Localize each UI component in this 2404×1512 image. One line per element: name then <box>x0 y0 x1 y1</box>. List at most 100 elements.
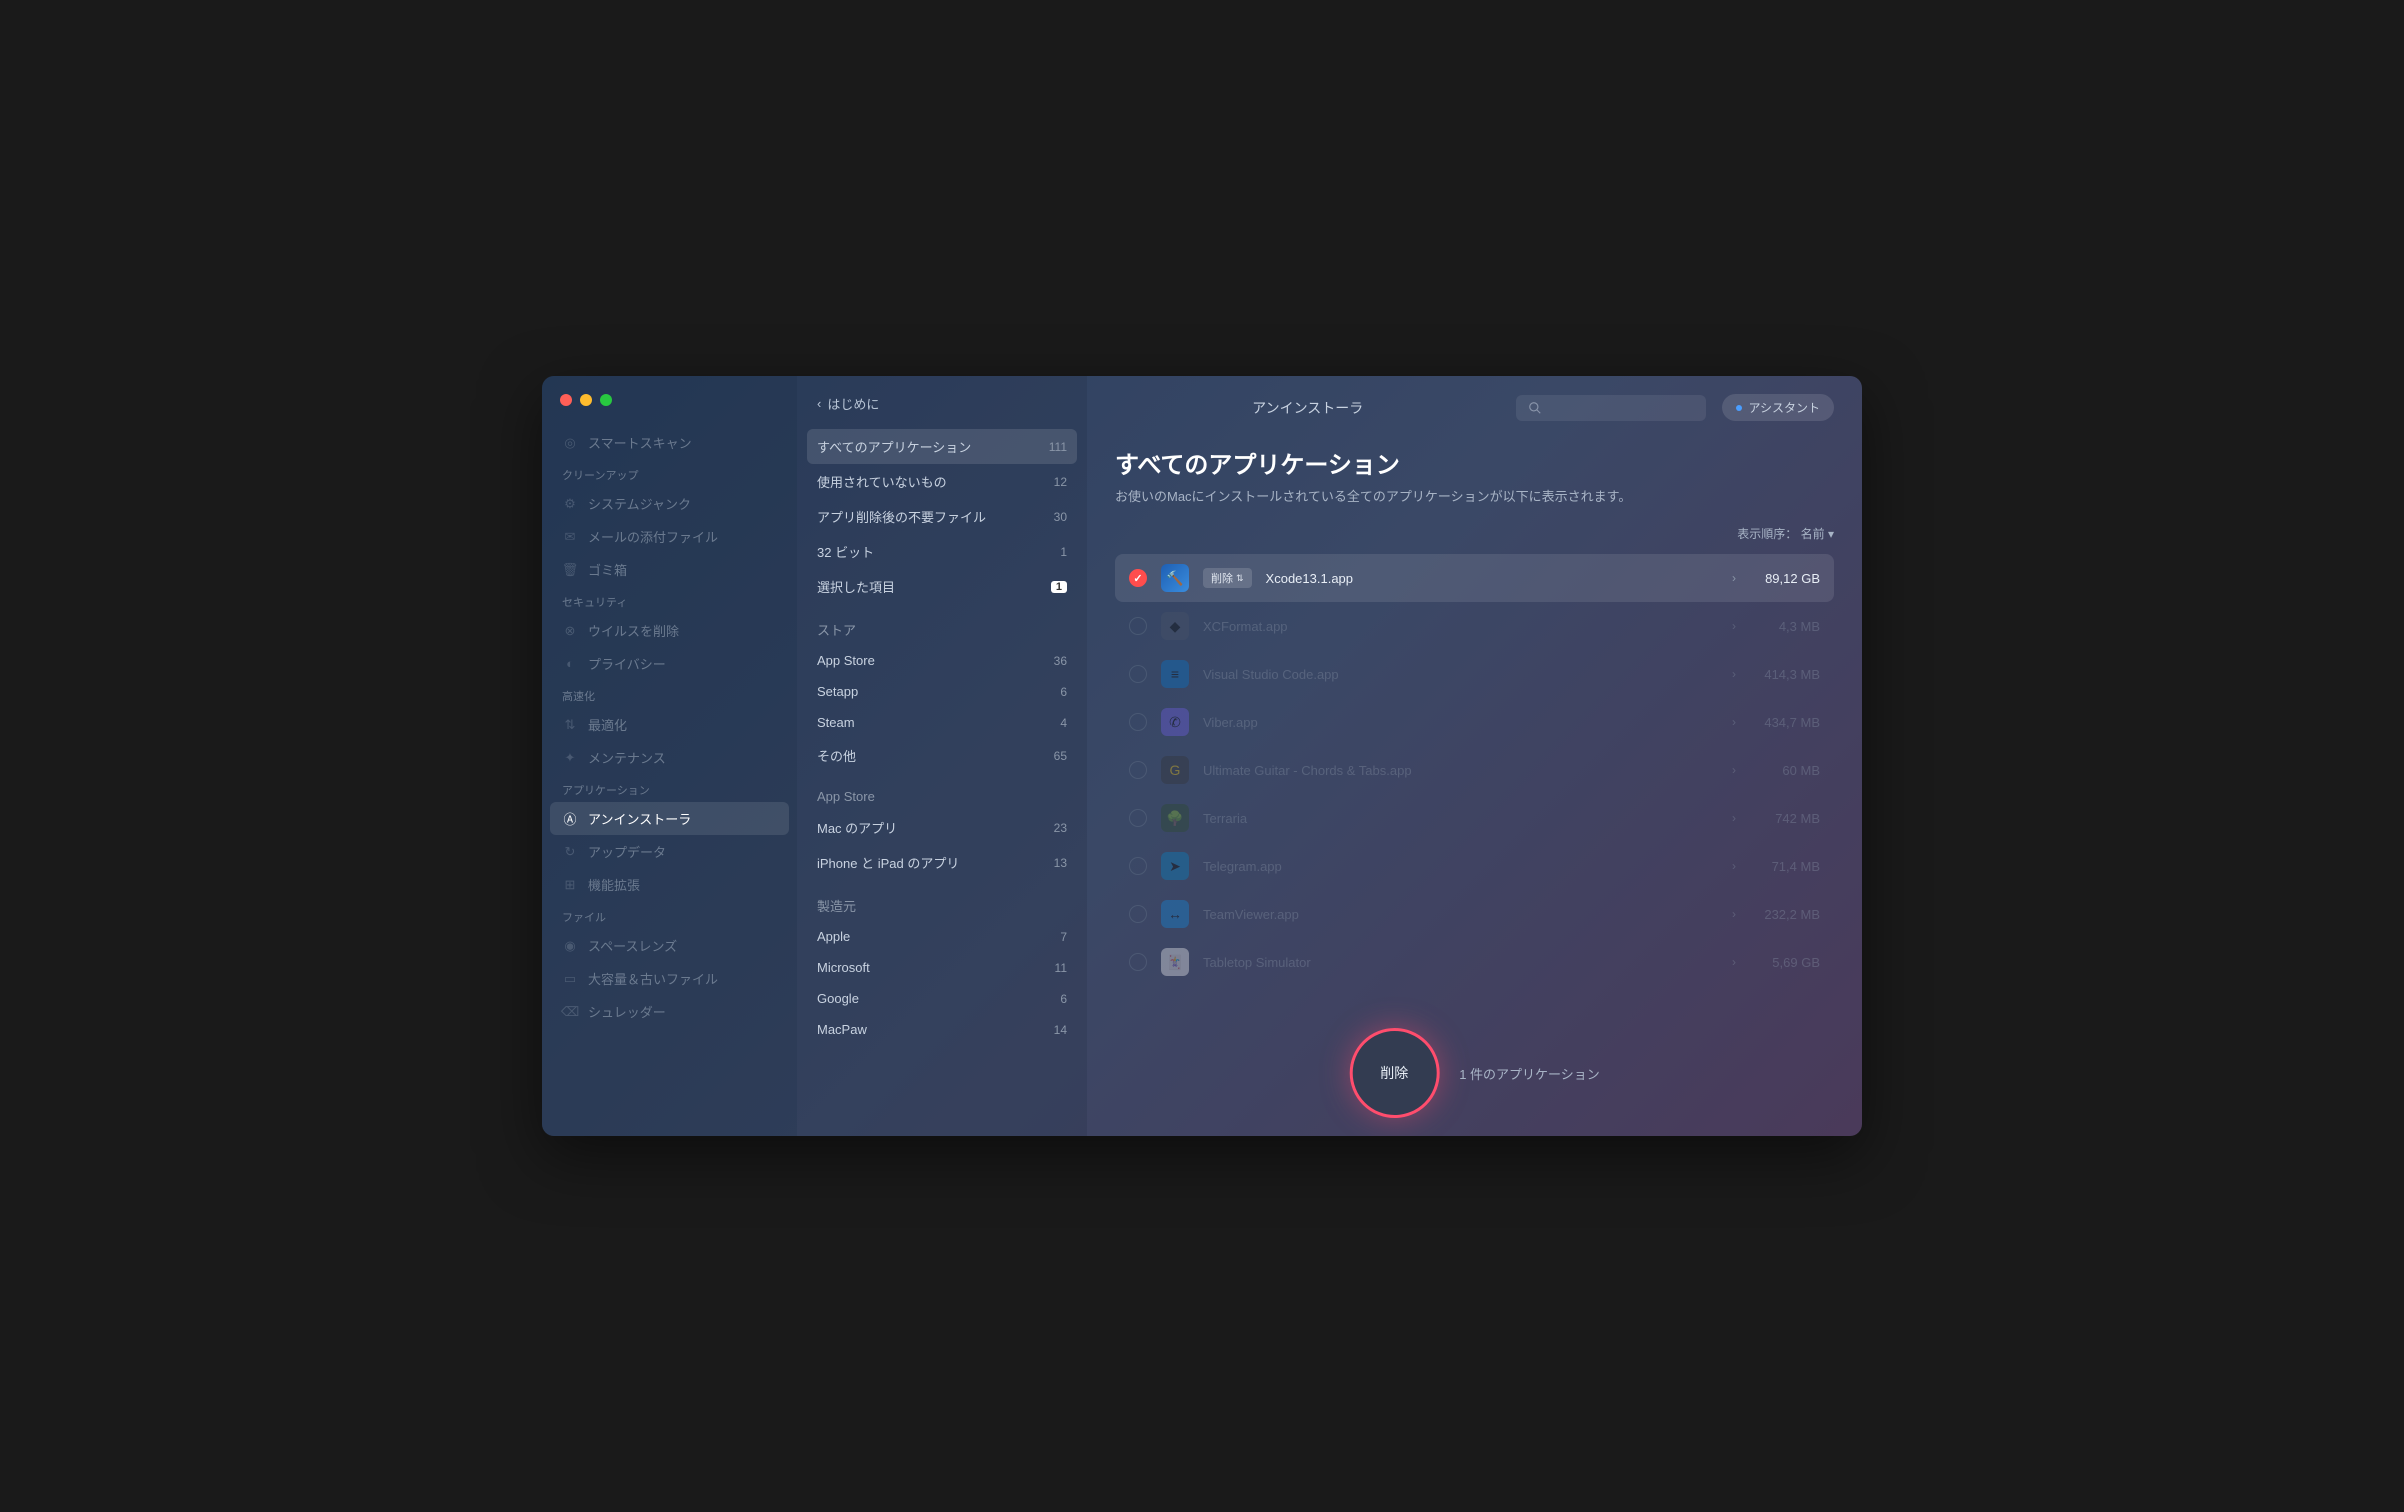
filter-item[interactable]: Microsoft11 <box>797 952 1087 983</box>
sidebar-item-label: アップデータ <box>588 842 666 861</box>
sidebar-item[interactable]: ◎スマートスキャン <box>542 426 797 459</box>
main-panel: アンインストーラ アシスタント すべてのアプリケーション お使いのMacにインス… <box>1087 376 1862 1136</box>
filter-item-label: Steam <box>817 715 855 730</box>
app-row[interactable]: 🌳Terraria›742 MB <box>1115 794 1834 842</box>
app-size: 232,2 MB <box>1750 907 1820 922</box>
filter-item[interactable]: Mac のアプリ23 <box>797 810 1087 845</box>
search-input[interactable] <box>1516 395 1706 421</box>
sidebar-item[interactable]: ⊗ ウイルスを削除 <box>542 614 797 647</box>
app-checkbox[interactable] <box>1129 857 1147 875</box>
filter-item-count: 7 <box>1060 930 1067 944</box>
sidebar-item-label: ウイルスを削除 <box>588 621 679 640</box>
filter-item[interactable]: Setapp6 <box>797 676 1087 707</box>
filter-item-count: 13 <box>1054 856 1067 870</box>
app-row[interactable]: ➤Telegram.app›71,4 MB <box>1115 842 1834 890</box>
app-row[interactable]: ◆XCFormat.app›4,3 MB <box>1115 602 1834 650</box>
app-name: Ultimate Guitar - Chords & Tabs.app <box>1203 763 1718 778</box>
sidebar-item[interactable]: 🗑ゴミ箱 <box>542 553 797 586</box>
filter-item[interactable]: Google6 <box>797 983 1087 1014</box>
sidebar-item[interactable]: ⌫シュレッダー <box>542 995 797 1028</box>
filter-item-label: Microsoft <box>817 960 870 975</box>
app-icon: 🔨 <box>1161 564 1189 592</box>
sidebar-item-icon: ◎ <box>562 435 578 451</box>
filter-item-count: 111 <box>1049 440 1067 454</box>
filter-group-header: 製造元 <box>797 880 1087 921</box>
app-row[interactable]: ↔TeamViewer.app›232,2 MB <box>1115 890 1834 938</box>
filter-item[interactable]: Apple7 <box>797 921 1087 952</box>
sidebar-item[interactable]: ↻アップデータ <box>542 835 797 868</box>
app-name: Terraria <box>1203 811 1718 826</box>
sidebar-item[interactable]: Ⓐアンインストーラ <box>550 802 789 835</box>
app-row[interactable]: 🔨削除⇅Xcode13.1.app›89,12 GB <box>1115 554 1834 602</box>
chevron-right-icon: › <box>1732 715 1736 729</box>
filter-item-label: iPhone と iPad のアプリ <box>817 853 959 872</box>
filter-item[interactable]: その他65 <box>797 738 1087 773</box>
filter-item-label: アプリ削除後の不要ファイル <box>817 507 986 526</box>
app-checkbox[interactable] <box>1129 809 1147 827</box>
sidebar-item-label: プライバシー <box>588 654 666 673</box>
sidebar-item-icon: ◉ <box>562 938 578 954</box>
sidebar-item[interactable]: ⊞機能拡張 <box>542 868 797 901</box>
filter-item-label: その他 <box>817 746 856 765</box>
chevron-right-icon: › <box>1732 859 1736 873</box>
filter-item[interactable]: 使用されていないもの 12 <box>797 464 1087 499</box>
page-subtitle: お使いのMacにインストールされている全てのアプリケーションが以下に表示されます… <box>1115 486 1834 505</box>
filter-item[interactable]: 選択した項目1 <box>797 569 1087 604</box>
assistant-button[interactable]: アシスタント <box>1722 394 1834 421</box>
sidebar-item[interactable]: ✦メンテナンス <box>542 741 797 774</box>
app-checkbox[interactable] <box>1129 761 1147 779</box>
sidebar-item-label: シュレッダー <box>588 1002 666 1021</box>
back-button[interactable]: ‹ はじめに <box>797 394 1087 429</box>
sidebar-item[interactable]: ⇅最適化 <box>542 708 797 741</box>
filter-item-label: Google <box>817 991 859 1006</box>
sidebar-item[interactable]: ⚙システムジャンク <box>542 487 797 520</box>
sidebar-item-icon: ⊗ <box>562 623 578 639</box>
filter-item[interactable]: Steam 4 <box>797 707 1087 738</box>
sidebar-item-label: 機能拡張 <box>588 875 640 894</box>
app-checkbox[interactable] <box>1129 905 1147 923</box>
app-row[interactable]: ✆Viber.app›434,7 MB <box>1115 698 1834 746</box>
filter-item-count: 4 <box>1060 716 1067 730</box>
filter-item[interactable]: MacPaw14 <box>797 1014 1087 1045</box>
maximize-window[interactable] <box>600 394 612 406</box>
filter-item[interactable]: アプリ削除後の不要ファイル 30 <box>797 499 1087 534</box>
app-icon: ◆ <box>1161 612 1189 640</box>
app-row[interactable]: GUltimate Guitar - Chords & Tabs.app›60 … <box>1115 746 1834 794</box>
filter-item[interactable]: App Store36 <box>797 645 1087 676</box>
sidebar-section: アプリケーション <box>542 774 797 802</box>
action-bar: 削除 1 件のアプリケーション <box>1349 1028 1600 1118</box>
chevron-right-icon: › <box>1732 811 1736 825</box>
app-name: Viber.app <box>1203 715 1718 730</box>
filter-item[interactable]: 32 ビット1 <box>797 534 1087 569</box>
app-size: 71,4 MB <box>1750 859 1820 874</box>
sidebar-item[interactable]: ◐プライバシー <box>542 647 797 680</box>
assistant-label: アシスタント <box>1748 399 1820 416</box>
search-icon <box>1528 401 1542 415</box>
close-window[interactable] <box>560 394 572 406</box>
sort-control[interactable]: 表示順序： 名前 ▾ <box>1115 525 1834 542</box>
filter-item[interactable]: すべてのアプリケーション111 <box>807 429 1077 464</box>
sidebar-item[interactable]: ✉メールの添付ファイル <box>542 520 797 553</box>
app-checkbox[interactable] <box>1129 953 1147 971</box>
filter-item-count: 30 <box>1054 510 1067 524</box>
filter-item-count: 23 <box>1054 821 1067 835</box>
sidebar-item-label: 大容量＆古いファイル <box>588 969 718 988</box>
minimize-window[interactable] <box>580 394 592 406</box>
sidebar-item-icon: Ⓐ <box>562 811 578 827</box>
filter-item-label: 使用されていないもの <box>817 472 947 491</box>
app-checkbox[interactable] <box>1129 665 1147 683</box>
app-row[interactable]: ≡Visual Studio Code.app›414,3 MB <box>1115 650 1834 698</box>
remove-button[interactable]: 削除 <box>1349 1028 1439 1118</box>
app-checkbox[interactable] <box>1129 713 1147 731</box>
action-tag[interactable]: 削除⇅ <box>1203 568 1252 588</box>
app-row[interactable]: 🃏Tabletop Simulator›5,69 GB <box>1115 938 1834 986</box>
filter-item-label: MacPaw <box>817 1022 867 1037</box>
window-controls <box>560 394 612 406</box>
app-checkbox[interactable] <box>1129 617 1147 635</box>
app-checkbox[interactable] <box>1129 569 1147 587</box>
filter-item-count: 12 <box>1054 475 1067 489</box>
sidebar-item[interactable]: ▭大容量＆古いファイル <box>542 962 797 995</box>
sidebar-item[interactable]: ◉スペースレンズ <box>542 929 797 962</box>
filter-item[interactable]: iPhone と iPad のアプリ 13 <box>797 845 1087 880</box>
sidebar-item-icon: ✦ <box>562 750 578 766</box>
